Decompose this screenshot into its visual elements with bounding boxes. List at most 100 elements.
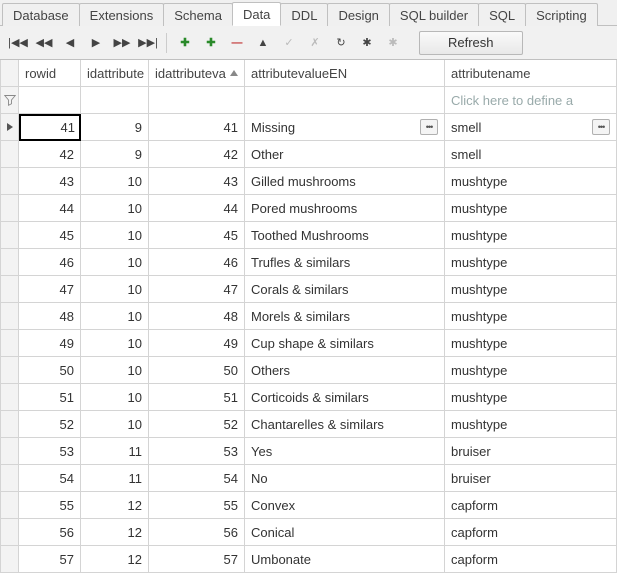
insert-child-row-button[interactable]: ✚ <box>199 32 223 54</box>
cell-idattributeva[interactable]: 51 <box>149 384 245 411</box>
cell-rowid[interactable]: 55 <box>19 492 81 519</box>
nav-next-button[interactable]: ▶ <box>84 32 108 54</box>
cell-idattributeva[interactable]: 53 <box>149 438 245 465</box>
cell-rowid[interactable]: 53 <box>19 438 81 465</box>
bookmark-button[interactable]: ✱ <box>355 32 379 54</box>
cell-idattribute[interactable]: 10 <box>81 168 149 195</box>
cell-attributevalueen[interactable]: Corticoids & similars <box>245 384 445 411</box>
cell-idattributeva[interactable]: 47 <box>149 276 245 303</box>
cell-rowid[interactable]: 51 <box>19 384 81 411</box>
cell-attributename[interactable]: smell••• <box>445 114 617 141</box>
filter-idattributeva[interactable] <box>149 87 245 114</box>
cell-idattribute[interactable]: 10 <box>81 195 149 222</box>
cell-idattribute[interactable]: 10 <box>81 411 149 438</box>
cell-attributevalueen[interactable]: Missing••• <box>245 114 445 141</box>
filter-rowid[interactable] <box>19 87 81 114</box>
tab-ddl[interactable]: DDL <box>280 3 328 26</box>
tab-data[interactable]: Data <box>232 2 281 26</box>
cell-attributevalueen[interactable]: Conical <box>245 519 445 546</box>
cell-attributevalueen[interactable]: Yes <box>245 438 445 465</box>
cell-attributename[interactable]: mushtype <box>445 357 617 384</box>
cell-attributevalueen[interactable]: Toothed Mushrooms <box>245 222 445 249</box>
cell-idattribute[interactable]: 12 <box>81 546 149 573</box>
cell-attributename[interactable]: mushtype <box>445 249 617 276</box>
cell-idattributeva[interactable]: 52 <box>149 411 245 438</box>
cell-rowid[interactable]: 44 <box>19 195 81 222</box>
cell-idattribute[interactable]: 10 <box>81 222 149 249</box>
cell-idattributeva[interactable]: 56 <box>149 519 245 546</box>
refresh-button[interactable]: Refresh <box>419 31 523 55</box>
cell-attributevalueen[interactable]: Gilled mushrooms <box>245 168 445 195</box>
cell-attributevalueen[interactable]: Pored mushrooms <box>245 195 445 222</box>
cell-attributevalueen[interactable]: Trufles & similars <box>245 249 445 276</box>
cell-editor-button[interactable]: ••• <box>592 119 610 135</box>
cell-attributename[interactable]: mushtype <box>445 276 617 303</box>
cell-idattributeva[interactable]: 42 <box>149 141 245 168</box>
cell-editor-button[interactable]: ••• <box>420 119 438 135</box>
filter-icon[interactable] <box>1 87 19 114</box>
cell-rowid[interactable]: 52 <box>19 411 81 438</box>
cell-attributename[interactable]: capform <box>445 492 617 519</box>
nav-last-button[interactable]: ▶▶| <box>136 32 160 54</box>
cell-idattribute[interactable]: 10 <box>81 276 149 303</box>
cell-rowid[interactable]: 46 <box>19 249 81 276</box>
tab-scripting[interactable]: Scripting <box>525 3 598 26</box>
nav-first-button[interactable]: |◀◀ <box>6 32 30 54</box>
cell-idattributeva[interactable]: 43 <box>149 168 245 195</box>
cell-rowid[interactable]: 48 <box>19 303 81 330</box>
delete-row-button[interactable]: — <box>225 32 249 54</box>
cell-attributename[interactable]: bruiser <box>445 465 617 492</box>
column-header-attributename[interactable]: attributename <box>445 60 617 87</box>
cell-idattribute[interactable]: 12 <box>81 519 149 546</box>
cell-attributename[interactable]: smell <box>445 141 617 168</box>
cell-idattributeva[interactable]: 57 <box>149 546 245 573</box>
cell-attributename[interactable]: mushtype <box>445 222 617 249</box>
tab-database[interactable]: Database <box>2 3 80 26</box>
cell-idattribute[interactable]: 9 <box>81 141 149 168</box>
cell-rowid[interactable]: 57 <box>19 546 81 573</box>
cell-idattributeva[interactable]: 41 <box>149 114 245 141</box>
cell-attributename[interactable]: bruiser <box>445 438 617 465</box>
nav-prev-button[interactable]: ◀ <box>58 32 82 54</box>
tab-sql[interactable]: SQL <box>478 3 526 26</box>
filter-hint[interactable] <box>245 87 445 114</box>
cell-attributename[interactable]: mushtype <box>445 303 617 330</box>
cell-attributename[interactable]: mushtype <box>445 384 617 411</box>
column-header-idattributeva[interactable]: idattributeva <box>149 60 245 87</box>
cell-idattribute[interactable]: 10 <box>81 384 149 411</box>
tab-sql-builder[interactable]: SQL builder <box>389 3 479 26</box>
cell-idattributeva[interactable]: 49 <box>149 330 245 357</box>
commit-button[interactable]: ✓ <box>277 32 301 54</box>
cell-idattribute[interactable]: 10 <box>81 357 149 384</box>
tab-extensions[interactable]: Extensions <box>79 3 165 26</box>
cell-attributevalueen[interactable]: No <box>245 465 445 492</box>
cell-idattribute[interactable]: 9 <box>81 114 149 141</box>
cell-attributevalueen[interactable]: Chantarelles & similars <box>245 411 445 438</box>
cell-idattribute[interactable]: 10 <box>81 249 149 276</box>
nav-nextpage-button[interactable]: ▶▶ <box>110 32 134 54</box>
cell-idattribute[interactable]: 11 <box>81 438 149 465</box>
cell-idattributeva[interactable]: 46 <box>149 249 245 276</box>
tab-schema[interactable]: Schema <box>163 3 233 26</box>
move-up-button[interactable]: ▲ <box>251 32 275 54</box>
cell-idattributeva[interactable]: 44 <box>149 195 245 222</box>
cell-idattribute[interactable]: 10 <box>81 303 149 330</box>
cell-rowid[interactable]: 50 <box>19 357 81 384</box>
cell-idattribute[interactable]: 12 <box>81 492 149 519</box>
insert-row-button[interactable]: ✚ <box>173 32 197 54</box>
cell-attributename[interactable]: mushtype <box>445 330 617 357</box>
column-header-attributevalueen[interactable]: attributevalueEN <box>245 60 445 87</box>
bookmark2-button[interactable]: ✱ <box>381 32 405 54</box>
cell-idattributeva[interactable]: 50 <box>149 357 245 384</box>
cell-attributevalueen[interactable]: Convex <box>245 492 445 519</box>
cell-rowid[interactable]: 49 <box>19 330 81 357</box>
refresh-small-button[interactable]: ↻ <box>329 32 353 54</box>
column-header-rowid[interactable]: rowid <box>19 60 81 87</box>
cell-rowid[interactable]: 56 <box>19 519 81 546</box>
tab-design[interactable]: Design <box>327 3 389 26</box>
cell-idattribute[interactable]: 11 <box>81 465 149 492</box>
cell-attributevalueen[interactable]: Corals & similars <box>245 276 445 303</box>
cell-attributevalueen[interactable]: Other <box>245 141 445 168</box>
cell-rowid[interactable]: 41 <box>19 114 81 141</box>
cell-attributevalueen[interactable]: Morels & similars <box>245 303 445 330</box>
